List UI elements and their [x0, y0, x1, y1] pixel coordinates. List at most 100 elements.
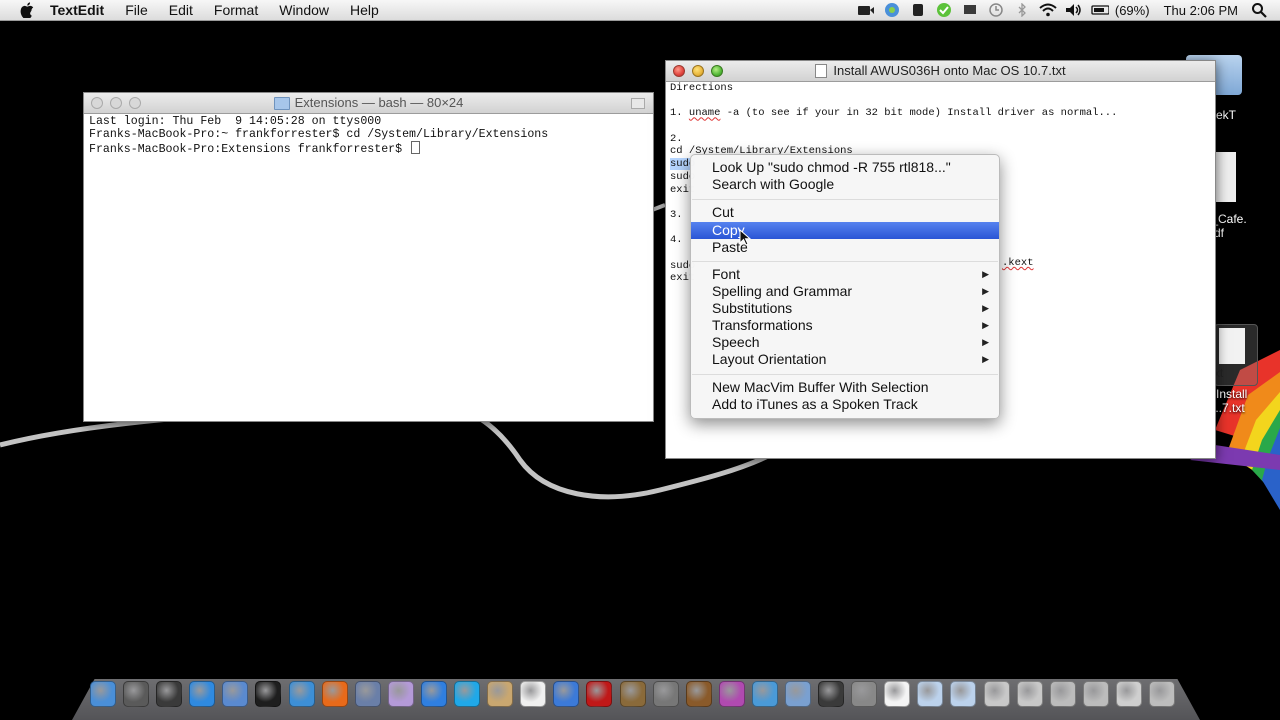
menu-item-look-up[interactable]: Look Up "sudo chmod -R 755 rtl818..." [691, 159, 999, 176]
itunes-dj-icon[interactable] [718, 681, 745, 707]
menu-file[interactable]: File [125, 2, 148, 18]
menu-item-copy[interactable]: Copy [691, 222, 999, 239]
app-store-icon[interactable] [189, 681, 216, 707]
submenu-arrow-icon: ▶ [982, 320, 989, 330]
menu-item-label: Cut [712, 204, 734, 220]
ftp-icon[interactable] [751, 681, 778, 707]
folder-5-icon[interactable] [1049, 681, 1076, 707]
battery-percent[interactable]: (69%) [1115, 3, 1150, 18]
battery-icon[interactable] [1091, 3, 1109, 17]
zoom-button[interactable] [711, 65, 723, 77]
menu-item-label: New MacVim Buffer With Selection [712, 379, 929, 395]
text-file-icon [1219, 328, 1245, 364]
menu-app-textedit[interactable]: TextEdit [50, 2, 104, 18]
folder-4-icon[interactable] [1016, 681, 1043, 707]
terminal-titlebar[interactable]: Extensions — bash — 80×24 [84, 93, 653, 114]
desktop-icon-pdf[interactable] [1214, 152, 1238, 204]
menu-item-label: Spelling and Grammar [712, 283, 853, 299]
submenu-arrow-icon: ▶ [982, 303, 989, 313]
launchpad-icon[interactable] [123, 681, 150, 707]
menu-item-paste[interactable]: Paste [691, 239, 999, 256]
zoom-button[interactable] [129, 97, 141, 109]
imovie-icon[interactable] [818, 681, 845, 707]
image-capture-icon[interactable] [851, 681, 878, 707]
dropbox-icon[interactable] [420, 681, 447, 707]
menu-item-speech[interactable]: Speech ▶ [691, 334, 999, 351]
bluetooth-icon[interactable] [1013, 3, 1031, 17]
dashboard-icon[interactable] [156, 681, 183, 707]
menu-item-cut[interactable]: Cut [691, 204, 999, 221]
doc-word: .kext [1002, 257, 1034, 269]
desktop-icon-label-6: ...7.txt [1212, 401, 1245, 415]
doc-word: uname [688, 107, 721, 120]
close-button[interactable] [91, 97, 103, 109]
menu-edit[interactable]: Edit [169, 2, 193, 18]
address-book-icon[interactable] [487, 681, 514, 707]
menu-item-label: Look Up "sudo chmod -R 755 rtl818..." [712, 159, 951, 175]
trash-icon[interactable] [1149, 681, 1175, 707]
menu-item-itunes-spoken[interactable]: Add to iTunes as a Spoken Track [691, 396, 999, 413]
iphoto-icon[interactable] [619, 681, 646, 707]
fullscreen-icon[interactable] [631, 98, 645, 109]
menu-item-search-google[interactable]: Search with Google [691, 176, 999, 193]
menu-clock[interactable]: Thu 2:06 PM [1164, 3, 1238, 18]
menu-bar: TextEdit File Edit Format Window Help (6… [0, 0, 1280, 21]
folder-2-icon[interactable] [950, 681, 977, 707]
flag-icon[interactable] [961, 3, 979, 17]
onion-icon[interactable] [387, 681, 414, 707]
menu-item-macvim-buffer[interactable]: New MacVim Buffer With Selection [691, 379, 999, 396]
adium-icon[interactable] [685, 681, 712, 707]
folder-3-icon[interactable] [983, 681, 1010, 707]
minimize-button[interactable] [110, 97, 122, 109]
textedit-title-text: Install AWUS036H onto Mac OS 10.7.txt [833, 63, 1066, 78]
menu-format[interactable]: Format [214, 2, 258, 18]
submenu-arrow-icon: ▶ [982, 354, 989, 364]
terminal-line: Last login: Thu Feb 9 14:05:28 on ttys00… [89, 115, 382, 128]
system-preferences-icon[interactable] [652, 681, 679, 707]
skype-icon[interactable] [454, 681, 481, 707]
wifi-icon[interactable] [1039, 3, 1057, 17]
apple-menu-icon[interactable] [18, 1, 36, 19]
menu-item-label: Add to iTunes as a Spoken Track [712, 396, 918, 412]
menu-item-spelling-grammar[interactable]: Spelling and Grammar ▶ [691, 283, 999, 300]
time-machine-icon[interactable] [987, 3, 1005, 17]
folder-6-icon[interactable] [1082, 681, 1109, 707]
itunes-icon[interactable] [553, 681, 580, 707]
photo-booth-icon[interactable] [586, 681, 613, 707]
desktop-icon-label-1: ekT [1216, 108, 1237, 122]
submenu-arrow-icon: ▶ [982, 286, 989, 296]
evernote-icon[interactable] [909, 3, 927, 17]
volume-icon[interactable] [1065, 3, 1083, 17]
menu-window[interactable]: Window [279, 2, 329, 18]
terminal-title-text: Extensions — bash — 80×24 [294, 95, 464, 110]
finder-icon[interactable] [90, 681, 116, 707]
menu-help[interactable]: Help [350, 2, 379, 18]
terminal-content[interactable]: Last login: Thu Feb 9 14:05:28 on ttys00… [84, 114, 653, 159]
globe-icon[interactable] [883, 3, 901, 17]
xcode-icon[interactable] [354, 681, 381, 707]
close-button[interactable] [673, 65, 685, 77]
submenu-arrow-icon: ▶ [982, 269, 989, 279]
camera-icon[interactable] [857, 3, 875, 17]
spotlight-search-icon[interactable] [1250, 3, 1268, 18]
checkmark-icon[interactable] [935, 3, 953, 17]
preview-icon[interactable] [222, 681, 249, 707]
terminal-icon[interactable] [255, 681, 282, 707]
menu-item-layout-orientation[interactable]: Layout Orientation ▶ [691, 351, 999, 368]
terminal-title: Extensions — bash — 80×24 [273, 93, 464, 113]
firefox-icon[interactable] [321, 681, 348, 707]
textedit-titlebar[interactable]: Install AWUS036H onto Mac OS 10.7.txt [666, 61, 1215, 82]
safari-icon[interactable] [288, 681, 315, 707]
textedit-icon[interactable] [884, 681, 911, 707]
menu-item-transformations[interactable]: Transformations ▶ [691, 317, 999, 334]
minimize-button[interactable] [692, 65, 704, 77]
folder-1-icon[interactable] [917, 681, 944, 707]
doc-line [670, 95, 1211, 108]
menu-item-substitutions[interactable]: Substitutions ▶ [691, 300, 999, 317]
ical-icon[interactable] [520, 681, 547, 707]
preview-2-icon[interactable] [784, 681, 811, 707]
dock-icons [90, 681, 1200, 713]
doc-line [670, 120, 1211, 133]
menu-item-font[interactable]: Font ▶ [691, 266, 999, 283]
folder-7-icon[interactable] [1115, 681, 1142, 707]
